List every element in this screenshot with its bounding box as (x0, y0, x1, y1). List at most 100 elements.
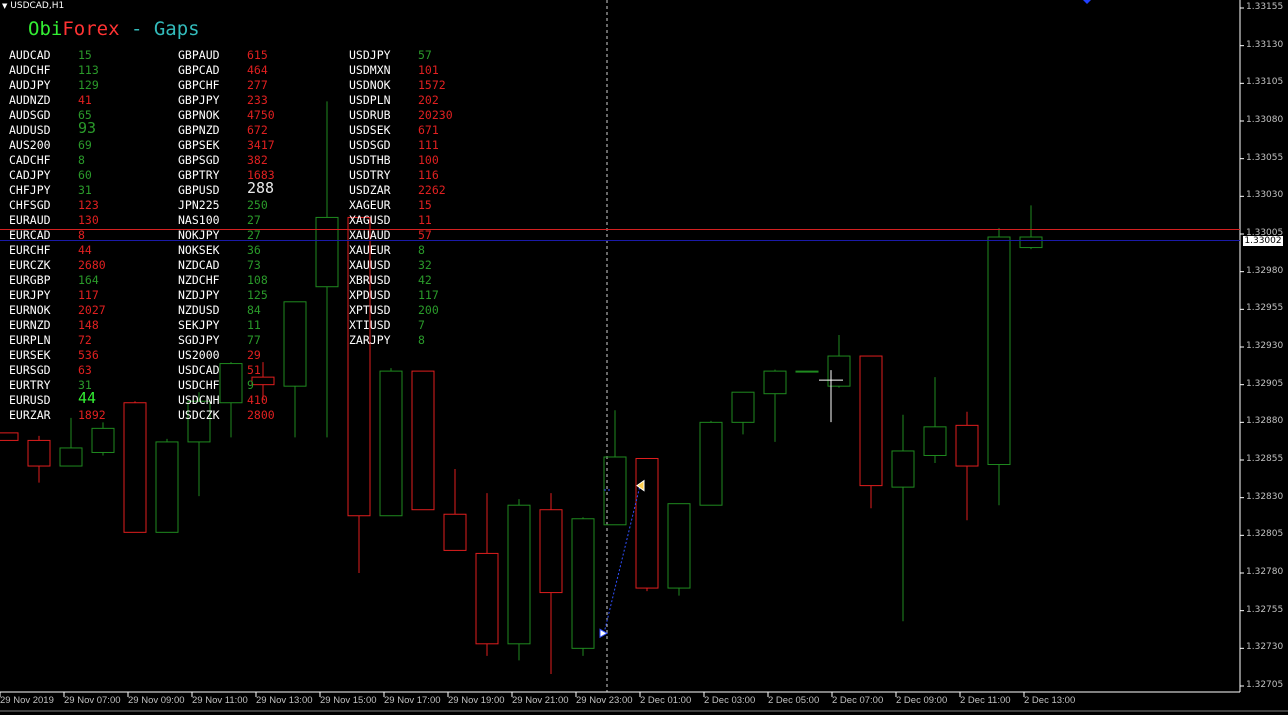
gap-symbol: USDSGD (349, 138, 391, 152)
price-tick-label: 1.32880 (1246, 416, 1284, 427)
gap-symbol: EURSGD (9, 363, 51, 377)
gap-symbol: GBPSEK (178, 138, 220, 152)
time-tick-label: 29 Nov 19:00 (448, 695, 505, 706)
gap-value: 148 (78, 318, 99, 332)
time-tick-label: 2 Dec 07:00 (832, 695, 884, 706)
gap-value: 29 (247, 348, 261, 362)
gap-value: 233 (247, 93, 268, 107)
gap-symbol: GBPSGD (178, 153, 220, 167)
trade-link-line (603, 485, 641, 634)
gap-value: 130 (78, 213, 99, 227)
time-tick-label: 29 Nov 2019 (0, 695, 54, 706)
gap-symbol: ZARJPY (349, 333, 391, 347)
chart-window-title: ▼ USDCAD,H1 (2, 1, 64, 11)
gap-symbol: AUDSGD (9, 108, 51, 122)
gap-symbol: GBPCAD (178, 63, 220, 77)
candle-body (859, 355, 883, 487)
indicator-title-gaps: - Gaps (119, 18, 200, 40)
gap-symbol: USDTRY (349, 168, 391, 182)
gap-value: 129 (78, 78, 99, 92)
gap-value: 2262 (418, 183, 446, 197)
gap-symbol: USDCAD (178, 363, 220, 377)
gap-symbol: EURUSD (9, 393, 51, 407)
gap-symbol: JPN225 (178, 198, 220, 212)
gap-value: 44 (78, 243, 92, 257)
gap-value: 250 (247, 198, 268, 212)
candle-body (795, 370, 819, 373)
candle-body (699, 421, 723, 506)
gap-symbol: CADCHF (9, 153, 51, 167)
gap-value: 11 (247, 318, 261, 332)
gap-value: 69 (78, 138, 92, 152)
gap-symbol: CHFJPY (9, 183, 51, 197)
gap-symbol: NZDUSD (178, 303, 220, 317)
gap-symbol: EURCZK (9, 258, 51, 272)
gap-symbol: EURZAR (9, 408, 51, 422)
candle-body (219, 363, 243, 404)
gap-symbol: XTIUSD (349, 318, 391, 332)
candle-body (987, 236, 1011, 466)
gap-value: 60 (78, 168, 92, 182)
time-tick-label: 29 Nov 23:00 (576, 695, 633, 706)
time-tick-label: 2 Dec 03:00 (704, 695, 756, 706)
gap-symbol: XAUEUR (349, 243, 391, 257)
indicator-title: ObiForex - Gaps (28, 18, 200, 40)
gap-value: 20230 (418, 108, 453, 122)
gap-value: 72 (78, 333, 92, 347)
price-tick-label: 1.32805 (1246, 529, 1284, 540)
time-tick-label: 29 Nov 15:00 (320, 695, 377, 706)
window-menu-icon[interactable]: ▼ (2, 2, 7, 10)
gap-symbol: XAUAUD (349, 228, 391, 242)
candle-body (923, 426, 947, 456)
gap-symbol: EURGBP (9, 273, 51, 287)
gap-value: 7 (418, 318, 425, 332)
time-tick-label: 29 Nov 13:00 (256, 695, 313, 706)
gap-value: 31 (78, 183, 92, 197)
gap-symbol: AUS200 (9, 138, 51, 152)
gap-value: 410 (247, 393, 268, 407)
gap-symbol: EURNOK (9, 303, 51, 317)
gap-value: 2680 (78, 258, 106, 272)
gap-symbol: USDJPY (349, 48, 391, 62)
gap-symbol: AUDUSD (9, 123, 51, 137)
candle-body (123, 402, 147, 533)
gap-value: 2800 (247, 408, 275, 422)
gap-value: 202 (418, 93, 439, 107)
gap-symbol: USDMXN (349, 63, 391, 77)
gap-value: 464 (247, 63, 268, 77)
gap-symbol: EURSEK (9, 348, 51, 362)
time-tick-label: 2 Dec 05:00 (768, 695, 820, 706)
gap-value: 200 (418, 303, 439, 317)
price-tick-label: 1.33105 (1246, 77, 1284, 88)
gap-value: 8 (418, 243, 425, 257)
candle-body (667, 503, 691, 589)
gap-symbol: EURTRY (9, 378, 51, 392)
gap-symbol: GBPCHF (178, 78, 220, 92)
gap-symbol: AUDNZD (9, 93, 51, 107)
price-tick-label: 1.32705 (1246, 680, 1284, 690)
time-tick-label: 2 Dec 11:00 (960, 695, 1011, 706)
price-tick-label: 1.32980 (1246, 265, 1284, 276)
gap-value: 113 (78, 63, 99, 77)
candle-body (955, 424, 979, 467)
gap-value: 123 (78, 198, 99, 212)
gap-symbol: NAS100 (178, 213, 220, 227)
gap-value: 63 (78, 363, 92, 377)
gap-value: 615 (247, 48, 268, 62)
price-tick-label: 1.32755 (1246, 604, 1284, 615)
gap-symbol: AUDCAD (9, 48, 51, 62)
candle-body (91, 427, 115, 453)
gap-symbol: XAGEUR (349, 198, 391, 212)
candle-body (475, 552, 499, 645)
gap-symbol: USDSEK (349, 123, 391, 137)
gap-value: 536 (78, 348, 99, 362)
gap-value: 117 (418, 288, 439, 302)
candle-body (59, 447, 83, 467)
time-tick-label: 29 Nov 11:00 (192, 695, 248, 706)
gap-value: 672 (247, 123, 268, 137)
gap-value: 32 (418, 258, 432, 272)
gap-symbol: GBPAUD (178, 48, 220, 62)
gap-value: 117 (78, 288, 99, 302)
gap-symbol: XAUUSD (349, 258, 391, 272)
gap-value: 125 (247, 288, 268, 302)
